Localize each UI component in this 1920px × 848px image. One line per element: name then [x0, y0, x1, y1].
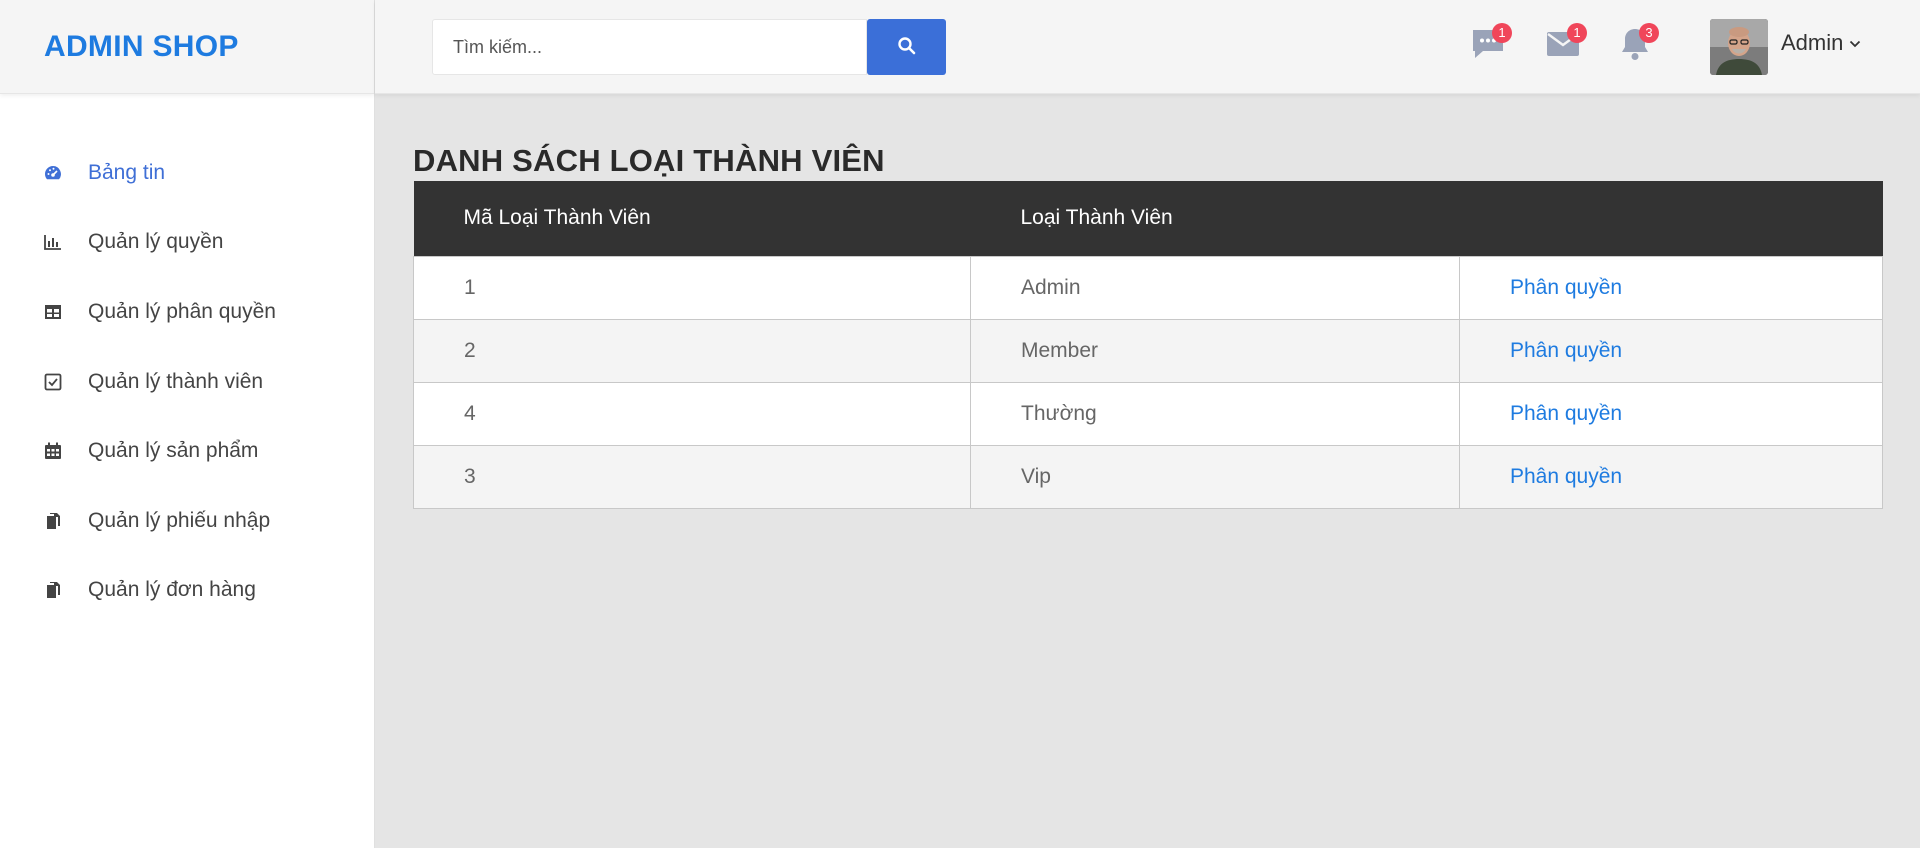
messages-button[interactable]: 1 — [1468, 23, 1512, 66]
cell-type: Admin — [970, 255, 1460, 320]
table-row: 3 Vip Phân quyền — [413, 444, 1883, 509]
cell-id: 4 — [413, 381, 971, 446]
chevron-down-icon — [1849, 35, 1861, 51]
sidebar-item-label: Quản lý đơn hàng — [88, 578, 256, 602]
column-header-type: Loại Thành Viên — [970, 181, 1460, 256]
dashboard-icon — [42, 162, 64, 184]
top-header: 1 1 3 Admin — [375, 0, 1920, 94]
sidebar-item-label: Bảng tin — [88, 160, 166, 184]
brand-logo-text[interactable]: ADMIN SHOP — [44, 30, 239, 64]
assign-permission-link[interactable]: Phân quyền — [1459, 255, 1883, 320]
brand[interactable]: ADMIN SHOP — [0, 0, 374, 94]
sidebar-item-dashboard[interactable]: Bảng tin — [0, 138, 374, 208]
cell-id: 1 — [413, 255, 971, 320]
search-input[interactable] — [432, 19, 867, 75]
page-title: DANH SÁCH LOẠI THÀNH VIÊN — [413, 143, 885, 178]
sidebar-item-orders[interactable]: Quản lý đơn hàng — [0, 556, 374, 626]
sidebar-item-label: Quản lý sản phẩm — [88, 439, 259, 463]
notifications-button[interactable]: 3 — [1615, 23, 1659, 66]
search-icon — [897, 36, 917, 59]
sidebar-item-label: Quản lý quyền — [88, 230, 224, 254]
cell-id: 3 — [413, 444, 971, 509]
calendar-icon — [42, 440, 64, 462]
sidebar-menu: Bảng tin Quản lý quyền Quản lý phân quyề… — [0, 94, 374, 625]
mail-button[interactable]: 1 — [1543, 23, 1587, 66]
cell-type: Thường — [970, 381, 1460, 446]
table-row: 2 Member Phân quyền — [413, 318, 1883, 383]
copy-icon — [42, 579, 64, 601]
sidebar-item-label: Quản lý thành viên — [88, 369, 264, 393]
table-row: 1 Admin Phân quyền — [413, 255, 1883, 320]
notifications-badge: 3 — [1639, 23, 1659, 43]
messages-badge: 1 — [1492, 23, 1512, 43]
bar-chart-icon — [42, 231, 64, 253]
assign-permission-link[interactable]: Phân quyền — [1459, 381, 1883, 446]
user-menu[interactable]: Admin — [1781, 30, 1861, 56]
avatar[interactable] — [1710, 19, 1768, 75]
sidebar-item-permissions[interactable]: Quản lý quyền — [0, 208, 374, 278]
sidebar-item-products[interactable]: Quản lý sản phẩm — [0, 416, 374, 486]
column-header-id: Mã Loại Thành Viên — [413, 181, 971, 256]
table-row: 4 Thường Phân quyền — [413, 381, 1883, 446]
assign-permission-link[interactable]: Phân quyền — [1459, 318, 1883, 383]
mail-badge: 1 — [1567, 23, 1587, 43]
search-button[interactable] — [867, 19, 946, 75]
checkbox-icon — [42, 371, 64, 393]
cell-id: 2 — [413, 318, 971, 383]
sidebar-item-receipts[interactable]: Quản lý phiếu nhập — [0, 486, 374, 556]
user-name: Admin — [1781, 30, 1844, 55]
search-bar — [432, 19, 965, 75]
sidebar-item-label: Quản lý phân quyền — [88, 299, 276, 323]
sidebar-item-members[interactable]: Quản lý thành viên — [0, 347, 374, 417]
sidebar: ADMIN SHOP Bảng tin Quản lý quyền Quản l… — [0, 0, 375, 848]
table-icon — [42, 301, 64, 323]
column-header-action — [1459, 181, 1883, 256]
assign-permission-link[interactable]: Phân quyền — [1459, 444, 1883, 509]
copy-icon — [42, 510, 64, 532]
cell-type: Vip — [970, 444, 1460, 509]
member-types-table: Mã Loại Thành Viên Loại Thành Viên 1 Adm… — [413, 181, 1883, 509]
sidebar-item-role-assignment[interactable]: Quản lý phân quyền — [0, 277, 374, 347]
cell-type: Member — [970, 318, 1460, 383]
table-header-row: Mã Loại Thành Viên Loại Thành Viên — [413, 181, 1883, 256]
sidebar-item-label: Quản lý phiếu nhập — [88, 508, 271, 532]
